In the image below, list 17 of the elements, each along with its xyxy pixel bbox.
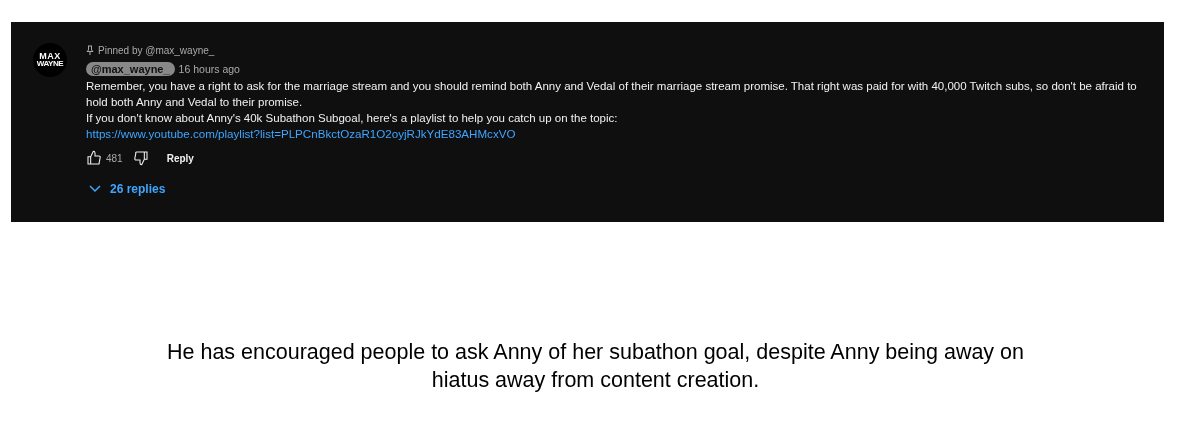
comment-text: If you don't know about Anny's 40k Subathon Subgoal, here's a playlist to help you catch up on the topic: [86, 111, 619, 126]
chevron-down-icon [89, 185, 101, 193]
thumbs-up-icon[interactable] [86, 150, 102, 166]
replies-toggle[interactable]: 26 replies [89, 182, 166, 196]
logo-text: MAX [39, 52, 61, 60]
comment-time: 16 hours ago [178, 63, 240, 75]
playlist-link[interactable]: https://www.youtube.com/playlist?list=PLPCnBkctOzaR1O2oyjRJkYdE83AHMcxVO [86, 126, 516, 142]
comment-text: Remember, you have a right to ask for the marriage stream and you should remind both Anny and Vedal of their marriage stream promise. That right was paid for with 40,000 Twitch subs, so don't be afraid to hold both Anny and Vedal to their promise. [86, 79, 1138, 110]
pinned-label: Pinned by @max_wayne_ [98, 44, 215, 56]
thumbs-down-icon[interactable] [132, 150, 149, 166]
logo-subtext: WAYNE [36, 60, 64, 68]
reply-button[interactable]: Reply [166, 152, 194, 164]
pin-icon [86, 45, 94, 55]
caption-text: He has encouraged people to ask Anny of her subathon goal, despite Anny being away on hiatus away from content creation. [165, 339, 1025, 394]
channel-avatar[interactable]: MAX WAYNE [33, 43, 67, 77]
like-count: 481 [106, 152, 123, 164]
author-name[interactable]: @max_wayne_ [86, 62, 175, 76]
